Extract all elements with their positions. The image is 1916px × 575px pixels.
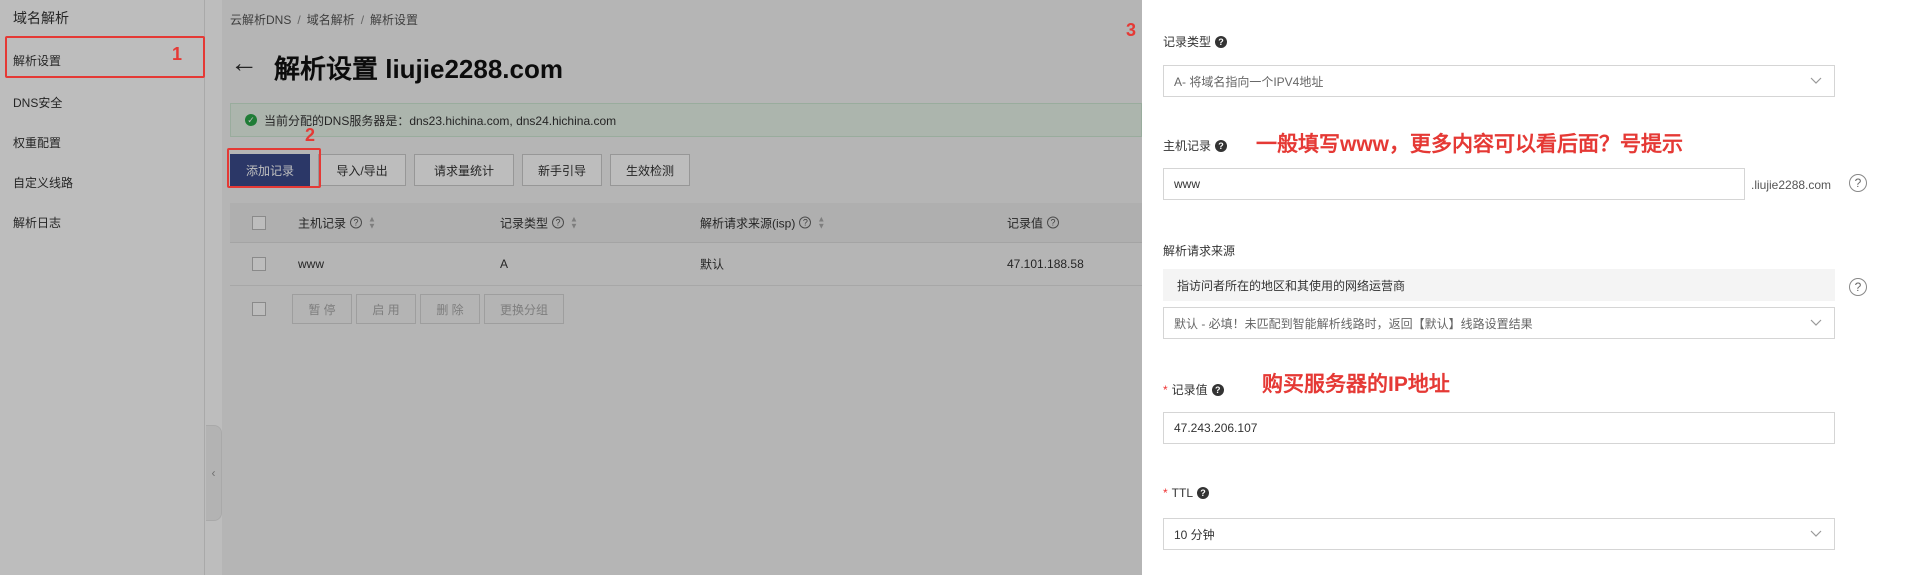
record-type-select[interactable]: A- 将域名指向一个IPV4地址 (1163, 65, 1835, 97)
isp-hint: 指访问者所在的地区和其使用的网络运营商 (1163, 269, 1835, 301)
sidebar-item-resolve-log[interactable]: 解析日志 (13, 214, 61, 231)
help-icon: ? (1197, 487, 1210, 499)
annotation-host-tip: 一般填写www，更多内容可以看后面？号提示 (1256, 133, 1684, 156)
beginner-guide-button[interactable]: 新手引导 (522, 154, 602, 186)
isp-select[interactable]: 默认 - 必填！未匹配到智能解析线路时，返回【默认】线路设置结果 (1163, 307, 1835, 339)
sidebar-item-custom-line[interactable]: 自定义线路 (13, 174, 73, 191)
help-icon: ? (799, 216, 812, 229)
annotation-number-2: 2 (305, 125, 316, 145)
annotation-number-1: 1 (172, 44, 183, 64)
sidebar: 域名解析 解析设置 DNS安全 权重配置 自定义线路 解析日志 (0, 0, 205, 575)
notice-text: 当前分配的DNS服务器是：dns23.hichina.com, dns24.hi… (264, 113, 617, 128)
enable-button[interactable]: 启 用 (356, 294, 416, 324)
cell-type: A (500, 257, 509, 271)
record-value-label: * 记录值? (1163, 381, 1224, 398)
header-host[interactable]: 主机记录? ▲ ▼ (298, 214, 376, 231)
header-isp[interactable]: 解析请求来源(isp)? ▲ ▼ (700, 214, 825, 231)
cell-value: 47.101.188.58 (1007, 257, 1084, 271)
host-help-icon[interactable]: ? (1849, 174, 1867, 192)
sidebar-item-resolve-settings[interactable]: 解析设置 (13, 52, 61, 69)
back-arrow-icon[interactable]: ← (230, 48, 258, 78)
sidebar-item-weight-config[interactable]: 权重配置 (13, 134, 61, 151)
sidebar-collapse-handle[interactable]: ‹ (206, 425, 222, 521)
sort-icon: ▲ ▼ (368, 214, 376, 231)
host-label: 主机记录? (1163, 137, 1228, 154)
record-type-label: 记录类型? (1163, 33, 1228, 50)
help-icon: ? (1215, 35, 1228, 48)
sidebar-item-dns-security[interactable]: DNS安全 (13, 94, 62, 111)
table-header: 主机记录? ▲ ▼ 记录类型? ▲ ▼ 解析请求来源(isp)? ▲ ▼ 记录值? (230, 203, 1142, 243)
delete-button[interactable]: 删 除 (420, 294, 480, 324)
host-input[interactable]: www (1163, 168, 1745, 200)
help-icon: ? (1211, 383, 1224, 396)
cell-isp: 默认 (700, 257, 725, 272)
footer-checkbox[interactable] (252, 302, 266, 316)
breadcrumb-item-current: 解析设置 (370, 13, 419, 27)
sort-icon: ▲ ▼ (570, 214, 578, 231)
dns-server-notice: ✓ 当前分配的DNS服务器是：dns23.hichina.com, dns24.… (230, 103, 1142, 137)
help-icon: ? (1215, 139, 1228, 152)
request-stats-button[interactable]: 请求量统计 (414, 154, 514, 186)
ttl-select[interactable]: 10 分钟 (1163, 518, 1835, 550)
table-row: www A 默认 47.101.188.58 (230, 243, 1142, 286)
check-circle-icon: ✓ (245, 114, 257, 126)
domain-suffix: .liujie2288.com (1751, 178, 1832, 192)
help-icon: ? (1047, 216, 1060, 229)
add-record-button[interactable]: 添加记录 (230, 154, 310, 186)
effect-check-button[interactable]: 生效检测 (610, 154, 690, 186)
page-title: 解析设置 liujie2288.com (274, 54, 563, 84)
pause-button[interactable]: 暂 停 (292, 294, 352, 324)
annotation-ip-tip: 购买服务器的IP地址 (1262, 373, 1450, 396)
add-record-drawer: 记录类型? A- 将域名指向一个IPV4地址 主机记录? www .liujie… (1142, 0, 1916, 575)
breadcrumb: 云解析DNS / 域名解析 / 解析设置 (230, 13, 419, 27)
sort-icon: ▲ ▼ (817, 214, 826, 231)
record-value-input[interactable]: 47.243.206.107 (1163, 412, 1835, 444)
chevron-left-icon: ‹ (211, 466, 216, 480)
chevron-down-icon (1810, 530, 1822, 537)
header-type[interactable]: 记录类型? ▲ ▼ (500, 214, 578, 231)
isp-help-icon[interactable]: ? (1849, 278, 1867, 296)
header-value: 记录值? (1007, 214, 1060, 231)
select-all-checkbox[interactable] (252, 215, 266, 230)
chevron-down-icon (1810, 319, 1822, 326)
main-content: 云解析DNS / 域名解析 / 解析设置 ← 解析设置 liujie2288.com ✓… (222, 0, 1142, 575)
breadcrumb-item-domain-resolve[interactable]: 域名解析 (307, 13, 355, 27)
breadcrumb-item-cloud-dns[interactable]: 云解析DNS (230, 13, 291, 27)
help-icon: ? (350, 216, 363, 229)
import-export-button[interactable]: 导入/导出 (318, 154, 406, 186)
row-checkbox[interactable] (252, 257, 266, 271)
change-group-button[interactable]: 更换分组 (484, 294, 564, 324)
table-footer-actions: 暂 停 启 用 删 除 更换分组 (230, 286, 1142, 332)
chevron-down-icon (1810, 77, 1822, 84)
sidebar-title: 域名解析 (13, 10, 69, 26)
ttl-label: * TTL? (1163, 486, 1210, 500)
help-icon: ? (552, 216, 565, 229)
isp-label: 解析请求来源 (1163, 244, 1236, 258)
cell-host: www (298, 257, 324, 271)
annotation-number-3: 3 (1126, 20, 1137, 40)
